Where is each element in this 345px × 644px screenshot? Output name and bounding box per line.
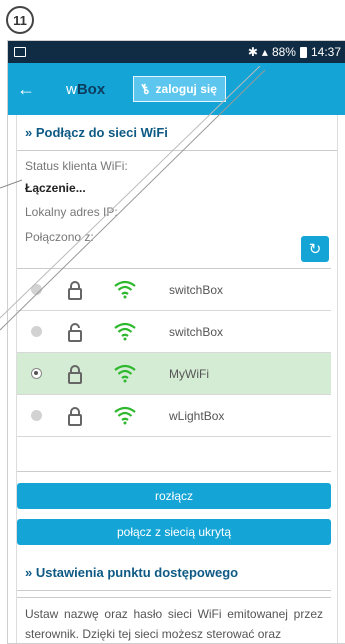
- status-bar: ✱ ▴ 88% 14:37: [8, 41, 345, 63]
- wifi-network-row[interactable]: switchBox: [17, 269, 331, 311]
- phone-screen: ✱ ▴ 88% 14:37 ← wBox ⚷ zaloguj się » Pod…: [7, 40, 345, 644]
- local-ip-label: Lokalny adres IP:: [25, 205, 118, 219]
- wifi-status-label: Status klienta WiFi:: [25, 159, 128, 173]
- battery-percent: 88%: [271, 45, 296, 59]
- ap-section-description: Ustaw nazwę oraz hasło sieci WiFi emitow…: [17, 597, 331, 643]
- lock-icon: [68, 407, 82, 426]
- wifi-status-value: Łączenie...: [25, 181, 86, 195]
- network-ssid: wLightBox: [169, 408, 225, 423]
- wifi-signal-icon: [114, 364, 136, 383]
- wifi-network-list[interactable]: switchBox switchBox MyWiFi wLightBox: [17, 268, 331, 472]
- wifi-signal-icon: [114, 322, 136, 341]
- network-radio[interactable]: [31, 368, 42, 379]
- network-radio[interactable]: [31, 410, 42, 421]
- clock: 14:37: [310, 45, 341, 59]
- disconnect-button[interactable]: rozłącz: [17, 483, 331, 509]
- signal-icon: ▴: [261, 45, 268, 59]
- ap-section-title: » Ustawienia punktu dostępowego: [17, 555, 331, 591]
- network-radio[interactable]: [31, 326, 42, 337]
- step-number-badge: 11: [6, 6, 34, 34]
- back-button[interactable]: ←: [8, 63, 44, 115]
- app-title: wBox: [66, 81, 105, 98]
- app-bar: ← wBox ⚷ zaloguj się: [8, 63, 345, 115]
- key-icon: ⚷: [136, 79, 153, 98]
- wifi-network-row[interactable]: wLightBox: [17, 395, 331, 437]
- network-ssid: MyWiFi: [169, 366, 209, 381]
- brand-suffix: Box: [76, 80, 106, 98]
- wifi-signal-icon: [114, 406, 136, 425]
- gallery-icon: [14, 47, 26, 57]
- network-ssid: switchBox: [169, 282, 224, 297]
- network-ssid: switchBox: [169, 324, 224, 339]
- connected-to-label: Połączono z:: [25, 230, 94, 244]
- refresh-button[interactable]: ↻: [301, 236, 329, 262]
- unlock-icon: [68, 323, 82, 342]
- wifi-signal-icon: [114, 280, 136, 299]
- wifi-network-row[interactable]: MyWiFi: [17, 353, 331, 395]
- battery-icon: [299, 46, 307, 58]
- refresh-icon: ↻: [308, 241, 322, 258]
- brand-prefix: w: [66, 80, 77, 98]
- wifi-network-row[interactable]: switchBox: [17, 311, 331, 353]
- login-button[interactable]: ⚷ zaloguj się: [133, 76, 226, 102]
- connect-hidden-network-button[interactable]: połącz z siecią ukrytą: [17, 519, 331, 545]
- bluetooth-icon: ✱: [247, 45, 258, 59]
- wifi-section-title: » Podłącz do sieci WiFi: [17, 115, 337, 151]
- network-radio[interactable]: [31, 284, 42, 295]
- settings-card: » Podłącz do sieci WiFi Status klienta W…: [16, 115, 338, 643]
- lock-icon: [68, 281, 82, 300]
- login-label: zaloguj się: [155, 82, 217, 96]
- lock-icon: [68, 365, 82, 384]
